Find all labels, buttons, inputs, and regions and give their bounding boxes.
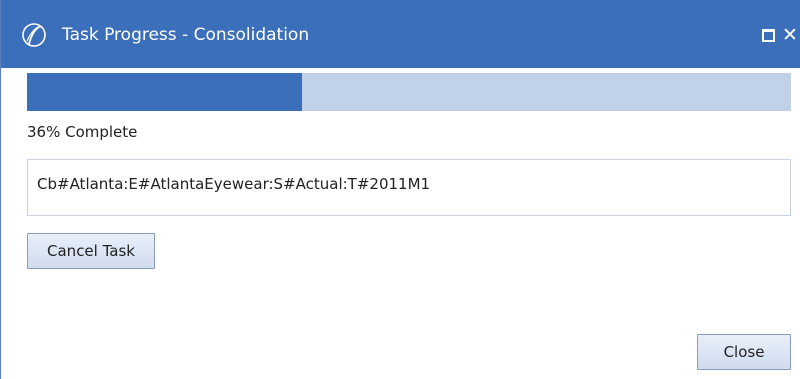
maximize-icon[interactable] — [762, 29, 775, 42]
progress-percent-label: 36% Complete — [27, 123, 138, 141]
task-progress-dialog: Task Progress - Consolidation ✕ 36% Comp… — [0, 0, 800, 379]
close-button[interactable]: Close — [697, 334, 791, 370]
window-title: Task Progress - Consolidation — [62, 25, 310, 45]
current-task-item: Cb#Atlanta:E#AtlantaEyewear:S#Actual:T#2… — [27, 159, 791, 216]
close-icon[interactable]: ✕ — [782, 24, 800, 46]
progress-bar-fill — [27, 73, 302, 111]
title-bar[interactable]: Task Progress - Consolidation ✕ — [1, 0, 800, 68]
progress-bar — [27, 73, 791, 111]
cancel-task-button[interactable]: Cancel Task — [27, 233, 155, 269]
app-logo-icon — [22, 23, 46, 47]
